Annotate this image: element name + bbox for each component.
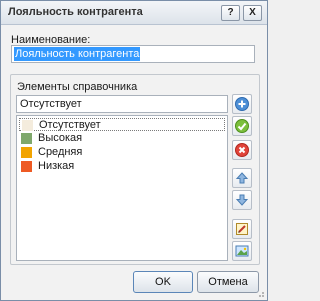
color-swatch: [21, 133, 32, 144]
list-item-label: Низкая: [38, 160, 75, 172]
color-swatch: [21, 161, 32, 172]
list-item-label: Высокая: [38, 132, 83, 144]
color-swatch: [22, 120, 33, 131]
delete-button[interactable]: [232, 140, 252, 160]
color-swatch: [21, 147, 32, 158]
list-item-label: Отсутствует: [39, 119, 101, 131]
move-up-button[interactable]: [232, 168, 252, 188]
move-up-icon: [235, 172, 249, 184]
list-item[interactable]: Отсутствует: [19, 118, 225, 131]
close-button[interactable]: X: [243, 5, 262, 21]
list-item[interactable]: Средняя: [19, 146, 225, 159]
name-input-value: Лояльность контрагента: [14, 47, 141, 61]
image-button[interactable]: [232, 241, 252, 261]
ok-button[interactable]: OK: [133, 271, 193, 293]
list-item[interactable]: Низкая: [19, 160, 225, 173]
dialog-title: Лояльность контрагента: [8, 6, 143, 18]
help-button[interactable]: ?: [221, 5, 240, 21]
dialog-window: Лояльность контрагента ? X Наименование:…: [0, 0, 268, 301]
cancel-button[interactable]: Отмена: [197, 271, 259, 293]
add-icon: [235, 97, 249, 111]
element-input-value: Отсутствует: [20, 98, 82, 110]
add-button[interactable]: [232, 94, 252, 114]
image-icon: [235, 245, 249, 257]
apply-button[interactable]: [232, 116, 252, 136]
resize-grip-icon[interactable]: [257, 290, 265, 298]
edit-button[interactable]: [232, 219, 252, 239]
edit-icon: [236, 223, 248, 235]
list-item[interactable]: Высокая: [19, 132, 225, 145]
move-down-icon: [235, 194, 249, 206]
move-down-button[interactable]: [232, 190, 252, 210]
elements-group-title: Элементы справочника: [17, 81, 138, 93]
list-item-label: Средняя: [38, 146, 83, 158]
element-input[interactable]: Отсутствует: [16, 95, 228, 113]
name-input[interactable]: Лояльность контрагента: [11, 45, 255, 63]
title-bar[interactable]: Лояльность контрагента ? X: [1, 1, 267, 25]
apply-icon: [235, 119, 249, 133]
delete-icon: [235, 143, 249, 157]
elements-list[interactable]: Отсутствует Высокая Средняя Низкая: [16, 115, 228, 261]
